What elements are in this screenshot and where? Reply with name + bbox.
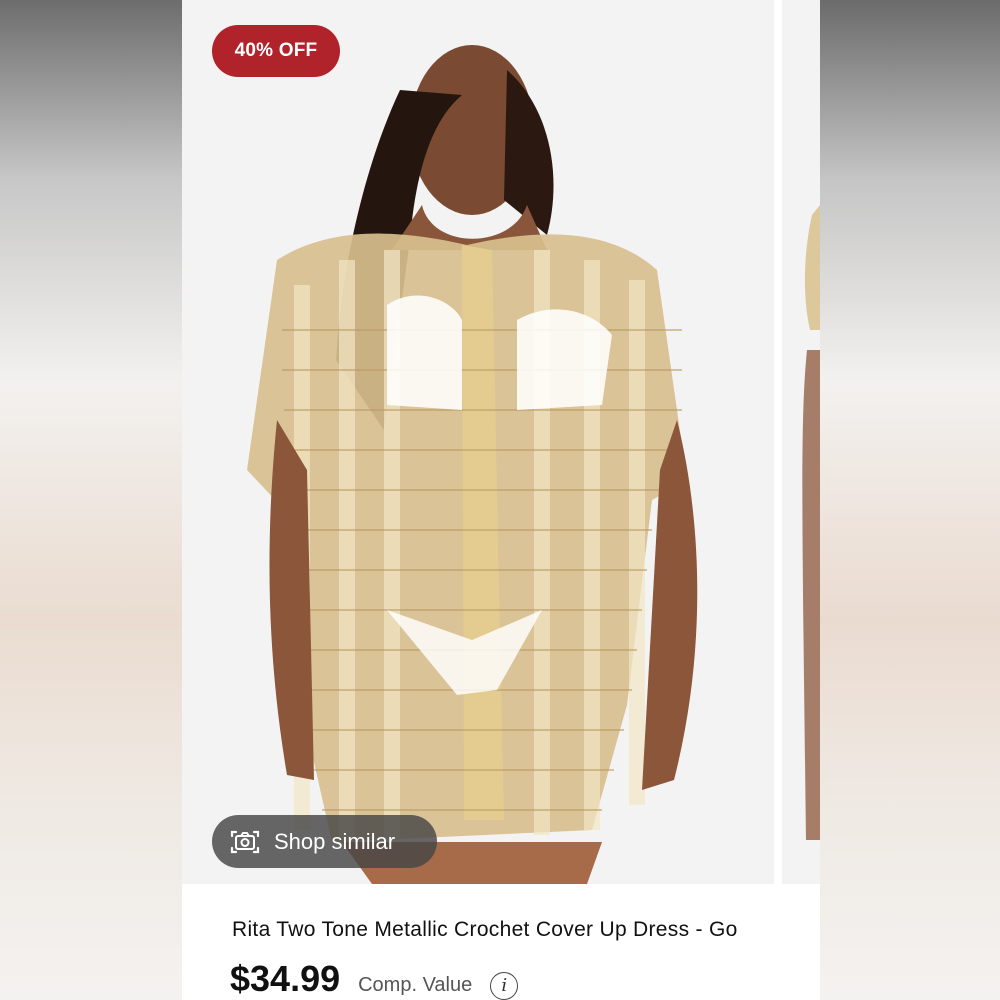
shop-similar-button[interactable]: Shop similar	[212, 815, 437, 868]
shop-similar-label: Shop similar	[274, 828, 396, 854]
product-card-screen: 40% OFF Shop similar Rita Two Tone Metal…	[182, 0, 820, 1000]
next-product-photo-edge	[782, 0, 820, 884]
product-price: $34.99	[230, 958, 341, 999]
camera-scan-icon	[228, 827, 262, 857]
next-product-image-peek[interactable]	[782, 0, 820, 884]
product-title[interactable]: Rita Two Tone Metallic Crochet Cover Up …	[232, 918, 820, 942]
product-image[interactable]: 40% OFF Shop similar	[182, 0, 774, 884]
info-icon[interactable]: i	[490, 971, 519, 1000]
right-blurred-background	[820, 0, 1000, 1000]
comparison-value-label: Comp. Value	[358, 974, 473, 996]
discount-badge: 40% OFF	[212, 25, 340, 77]
price-row: $34.99 Comp. Value i	[230, 958, 820, 1000]
left-blurred-background	[0, 0, 182, 1000]
model-wearing-crochet-dress-illustration	[182, 0, 774, 884]
